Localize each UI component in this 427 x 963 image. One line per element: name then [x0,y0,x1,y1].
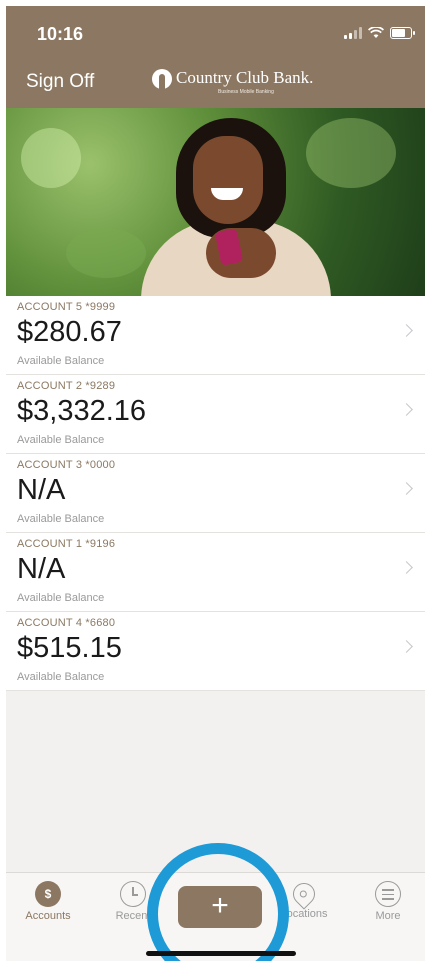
location-pin-icon [288,878,320,910]
account-row[interactable]: ACCOUNT 5 *9999 $280.67 Available Balanc… [6,296,425,375]
tab-locations[interactable]: Locations [274,878,334,920]
battery-icon [390,27,415,39]
dollar-coin-icon: $ [35,881,61,907]
balance-label: Available Balance [17,592,105,604]
app-screen: 10:16 Sign Off Country Club Bank. Busine… [6,6,425,961]
chevron-right-icon [400,561,413,574]
tab-label: Recent [115,910,151,922]
menu-icon [375,881,401,907]
account-name: ACCOUNT 3 *0000 [17,459,116,471]
chevron-right-icon [400,482,413,495]
bank-logo-icon [152,69,172,89]
balance-label: Available Balance [17,671,105,683]
bank-subtitle: Business Mobile Banking [218,89,274,95]
chevron-right-icon [400,324,413,337]
account-name: ACCOUNT 5 *9999 [17,301,116,313]
account-row[interactable]: ACCOUNT 3 *0000 N/A Available Balance [6,454,425,533]
tab-label: Locations [280,908,328,920]
bank-logo: Country Club Bank. [152,68,313,89]
sign-off-button[interactable]: Sign Off [26,71,94,93]
account-row[interactable]: ACCOUNT 4 *6680 $515.15 Available Balanc… [6,612,425,691]
tab-recent[interactable]: Recent [103,881,163,922]
account-balance: $515.15 [17,632,122,664]
balance-label: Available Balance [17,434,105,446]
account-list: ACCOUNT 5 *9999 $280.67 Available Balanc… [6,296,425,691]
account-name: ACCOUNT 2 *9289 [17,380,116,392]
account-name: ACCOUNT 1 *9196 [17,538,116,550]
hero-image [6,108,425,296]
status-time: 10:16 [37,24,84,44]
tab-more[interactable]: More [358,881,418,922]
app-header: 10:16 Sign Off Country Club Bank. Busine… [6,6,425,108]
chevron-right-icon [400,403,413,416]
home-indicator [146,951,296,956]
account-row[interactable]: ACCOUNT 1 *9196 N/A Available Balance [6,533,425,612]
tab-label: More [375,910,401,922]
balance-label: Available Balance [17,513,105,525]
tab-label: Accounts [25,910,71,922]
add-button[interactable]: + [178,886,262,928]
account-name: ACCOUNT 4 *6680 [17,617,116,629]
tab-accounts[interactable]: $ Accounts [18,881,78,922]
account-row[interactable]: ACCOUNT 2 *9289 $3,332.16 Available Bala… [6,375,425,454]
status-icons [344,27,415,39]
account-balance: $3,332.16 [17,395,147,427]
clock-icon [120,881,146,907]
account-balance: $280.67 [17,316,122,348]
account-balance: N/A [17,474,66,506]
chevron-right-icon [400,640,413,653]
balance-label: Available Balance [17,355,105,367]
signal-icon [344,27,362,39]
wifi-icon [368,27,384,38]
bank-name: Country Club Bank. [176,68,314,87]
account-balance: N/A [17,553,66,585]
